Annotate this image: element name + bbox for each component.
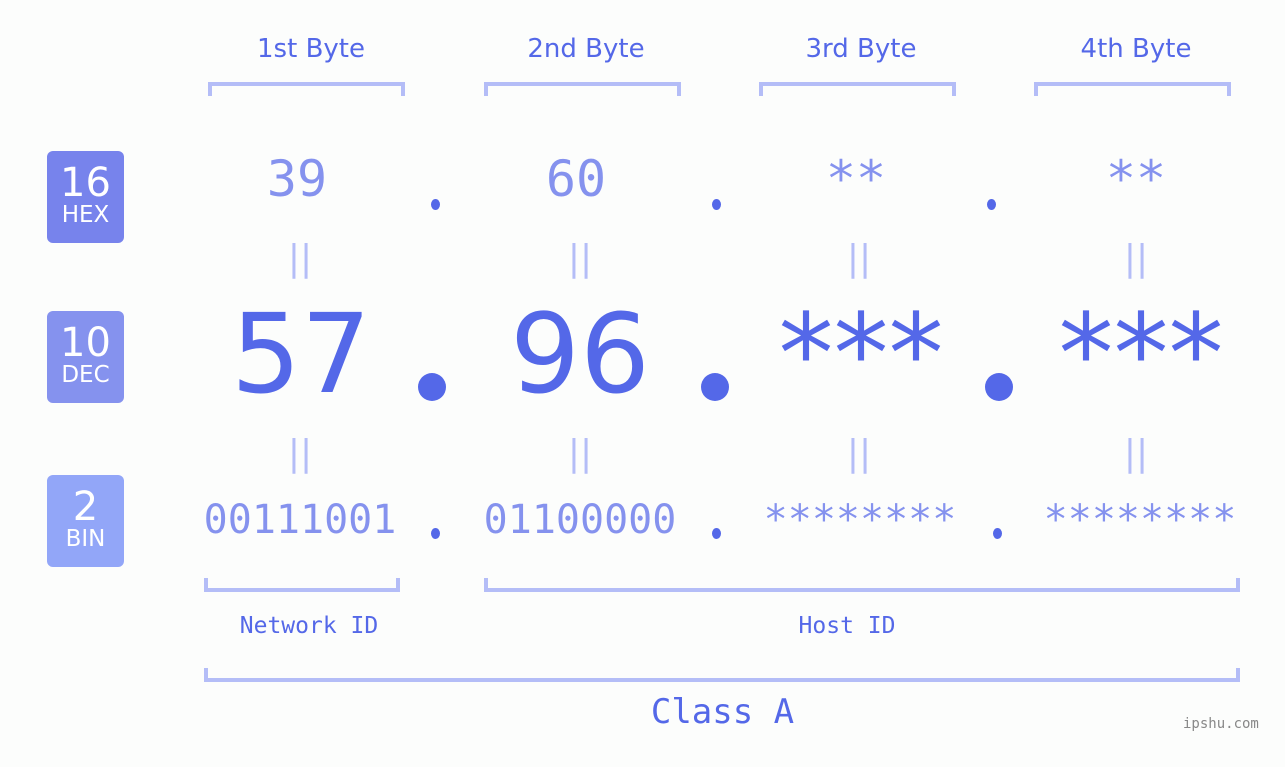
dec-separator-dot (418, 373, 446, 401)
equals-sign: || (567, 238, 593, 279)
dec-badge-label: DEC (61, 362, 110, 388)
host-id-label: Host ID (798, 613, 896, 639)
dec-badge: 10 DEC (47, 311, 124, 403)
dec-separator-dot (985, 373, 1013, 401)
byte-bracket-3 (759, 82, 956, 96)
equals-sign: || (1123, 238, 1149, 279)
dec-badge-number: 10 (60, 320, 111, 366)
equals-sign: || (287, 433, 313, 474)
byte-bracket-4 (1034, 82, 1231, 96)
hex-value-1: 39 (266, 150, 328, 208)
byte-header-2: 2nd Byte (527, 34, 645, 64)
byte-bracket-2 (484, 82, 681, 96)
bin-value-2: 01100000 (483, 497, 677, 543)
bin-badge-number: 2 (72, 484, 99, 530)
bin-value-3: ******** (763, 497, 957, 543)
host-id-bracket (484, 578, 1240, 592)
bin-separator-dot (712, 528, 721, 539)
hex-value-4: ** (1105, 150, 1167, 208)
bin-badge-label: BIN (65, 526, 106, 552)
dec-value-3: *** (778, 290, 944, 418)
equals-sign: || (567, 433, 593, 474)
bin-value-4: ******** (1043, 497, 1237, 543)
dec-value-4: *** (1058, 290, 1224, 418)
hex-value-3: ** (825, 150, 887, 208)
equals-sign: || (846, 433, 872, 474)
class-bracket (204, 668, 1240, 682)
hex-separator-dot (987, 199, 996, 210)
watermark: ipshu.com (1183, 716, 1259, 732)
bin-separator-dot (431, 528, 440, 539)
bin-separator-dot (993, 528, 1002, 539)
dec-value-1: 57 (231, 290, 371, 418)
class-label: Class A (650, 692, 795, 732)
bin-badge: 2 BIN (47, 475, 124, 567)
byte-bracket-1 (208, 82, 405, 96)
network-id-bracket (204, 578, 400, 592)
equals-sign: || (846, 238, 872, 279)
hex-value-2: 60 (545, 150, 607, 208)
network-id-label: Network ID (239, 613, 379, 639)
hex-badge: 16 HEX (47, 151, 124, 243)
hex-separator-dot (431, 199, 440, 210)
hex-badge-number: 16 (60, 160, 111, 206)
hex-separator-dot (712, 199, 721, 210)
bin-value-1: 00111001 (203, 497, 397, 543)
dec-separator-dot (701, 373, 729, 401)
dec-value-2: 96 (510, 290, 650, 418)
equals-sign: || (1123, 433, 1149, 474)
hex-badge-label: HEX (61, 202, 110, 228)
equals-sign: || (287, 238, 313, 279)
byte-header-3: 3rd Byte (805, 34, 917, 64)
byte-header-4: 4th Byte (1080, 34, 1192, 64)
byte-header-1: 1st Byte (257, 34, 365, 64)
